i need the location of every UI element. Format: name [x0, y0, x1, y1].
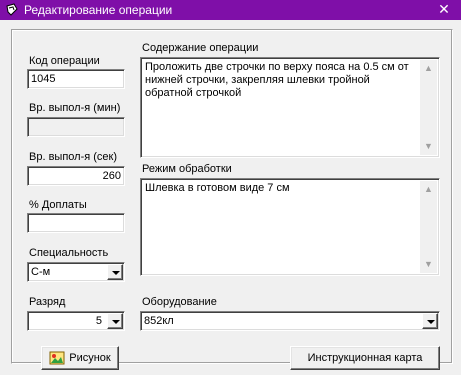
chevron-down-icon[interactable]	[107, 264, 123, 280]
time-sec-field[interactable]: 260	[27, 166, 125, 186]
picture-button-label: Рисунок	[69, 352, 111, 364]
mode-scrollbar[interactable]: ▲ ▼	[420, 181, 437, 273]
specialty-label: Специальность	[29, 247, 109, 259]
chevron-down-icon[interactable]	[107, 313, 123, 329]
code-label: Код операции	[29, 55, 100, 67]
scroll-down-icon[interactable]: ▼	[420, 256, 437, 273]
time-min-label: Вр. выпол-я (мин)	[29, 102, 121, 114]
grade-value: 5	[95, 315, 102, 327]
equipment-select[interactable]: 852кл	[140, 311, 440, 331]
bonus-label: % Доплаты	[29, 199, 87, 211]
cursor-app-icon	[5, 3, 19, 17]
scroll-up-icon[interactable]: ▲	[420, 181, 437, 198]
scroll-down-icon[interactable]: ▼	[420, 138, 437, 155]
mode-text: Шлевка в готовом виде 7 см	[145, 182, 290, 194]
time-min-field[interactable]	[27, 117, 125, 137]
content-scrollbar[interactable]: ▲ ▼	[420, 60, 437, 155]
bonus-field[interactable]	[27, 213, 125, 233]
specialty-select[interactable]: С-м	[27, 262, 125, 282]
window-title: Редактирование операции	[24, 3, 173, 17]
picture-icon	[49, 350, 65, 366]
time-sec-label: Вр. выпол-я (сек)	[29, 151, 117, 163]
content-label: Содержание операции	[142, 42, 259, 54]
close-icon[interactable]: ✕	[436, 1, 452, 18]
mode-label: Режим обработки	[142, 163, 232, 175]
picture-button[interactable]: Рисунок	[41, 346, 119, 370]
equipment-label: Оборудование	[142, 296, 217, 308]
mode-memo[interactable]: Шлевка в готовом виде 7 см ▲ ▼	[140, 178, 440, 276]
content-memo[interactable]: Проложить две строчки по верху пояса на …	[140, 57, 440, 158]
code-field[interactable]: 1045	[27, 69, 125, 89]
equipment-value: 852кл	[144, 315, 174, 327]
title-bar: Редактирование операции ✕	[0, 0, 461, 20]
instruction-card-button[interactable]: Инструкционная карта	[290, 346, 440, 370]
instruction-card-label: Инструкционная карта	[307, 352, 423, 364]
specialty-value: С-м	[31, 266, 51, 278]
content-text: Проложить две строчки по верху пояса на …	[145, 61, 409, 99]
chevron-down-icon[interactable]	[422, 313, 438, 329]
grade-label: Разряд	[29, 296, 66, 308]
scroll-up-icon[interactable]: ▲	[420, 60, 437, 77]
grade-select[interactable]: 5	[27, 311, 125, 331]
